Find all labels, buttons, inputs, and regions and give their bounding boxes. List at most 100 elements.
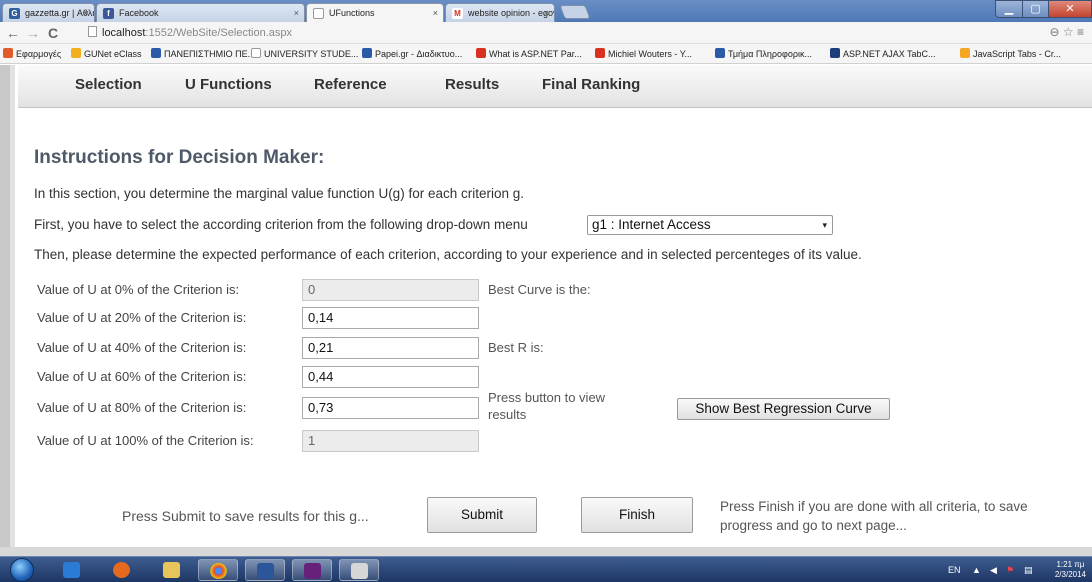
main-menu: Selection U Functions Reference Results … — [18, 65, 1092, 108]
taskbar-explorer[interactable] — [152, 559, 192, 581]
menu-item-reference[interactable]: Reference — [314, 76, 387, 93]
best-curve-label: Best Curve is the: — [488, 282, 591, 297]
js-icon — [960, 48, 970, 58]
taskbar-chrome[interactable] — [198, 559, 238, 581]
show-best-curve-button[interactable]: Show Best Regression Curve — [677, 398, 890, 420]
bookmark-label: Michiel Wouters - Y... — [608, 49, 693, 59]
bookmark-gunet[interactable]: GUNet eClass — [71, 47, 142, 61]
flag-icon — [715, 48, 725, 58]
paint-icon — [351, 563, 368, 579]
visual-studio-icon — [304, 563, 321, 579]
volume-icon[interactable]: ◀ — [990, 565, 997, 576]
close-tab-icon[interactable]: × — [433, 4, 438, 22]
menu-item-u-functions[interactable]: U Functions — [185, 76, 272, 93]
bookmark-papei[interactable]: Papei.gr - Διαδικτυο... — [362, 47, 462, 61]
press-finish-hint: Press Finish if you are done with all cr… — [720, 499, 1028, 533]
clock-date: 2/3/2014 — [1054, 570, 1086, 579]
instructions-line-3: Then, please determine the expected perf… — [34, 247, 862, 262]
folder-icon — [163, 562, 180, 578]
youtube-icon — [476, 48, 486, 58]
u-0-label: Value of U at 0% of the Criterion is: — [37, 282, 240, 297]
url-field[interactable]: localhost:1552/WebSite/Selection.aspx — [88, 25, 1048, 41]
page-icon — [313, 8, 324, 19]
u-20-field[interactable]: 0,14 — [302, 307, 479, 329]
action-center-icon[interactable]: ⚑ — [1006, 565, 1014, 576]
gazzetta-favicon-icon: G — [9, 8, 20, 19]
taskbar-word[interactable] — [245, 559, 285, 581]
page-icon — [251, 48, 261, 58]
press-submit-hint: Press Submit to save results for this g.… — [122, 508, 369, 524]
bookmark-tmima[interactable]: Τμήμα Πληροφορικ... — [715, 47, 812, 61]
reload-icon[interactable]: C — [48, 24, 58, 42]
close-window-button[interactable]: ✕ — [1048, 0, 1092, 18]
taskbar-visual-studio[interactable] — [292, 559, 332, 581]
bookmark-student[interactable]: UNIVERSITY STUDE... — [251, 47, 358, 61]
media-player-icon — [63, 562, 80, 578]
bookmark-label: Εφαρμογές — [16, 49, 62, 59]
bookmark-aspnet[interactable]: What is ASP.NET Par... — [476, 47, 582, 61]
menu-item-results[interactable]: Results — [445, 76, 499, 93]
submit-button[interactable]: Submit — [427, 497, 537, 533]
menu-item-selection[interactable]: Selection — [75, 76, 142, 93]
browser-tools: ⊖ ☆ ≡ — [1049, 25, 1084, 39]
zoom-icon[interactable]: ⊖ — [1049, 25, 1059, 39]
tab-label: UFunctions — [329, 8, 375, 18]
menu-icon[interactable]: ≡ — [1077, 25, 1084, 39]
word-icon — [257, 563, 274, 579]
bookmark-label: ASP.NET AJAX TabC... — [843, 49, 936, 59]
u-40-field[interactable]: 0,21 — [302, 337, 479, 359]
minimize-button[interactable]: ▁ — [995, 0, 1023, 18]
u-80-label: Value of U at 80% of the Criterion is: — [37, 400, 247, 415]
tab-ufunctions[interactable]: UFunctions × — [306, 3, 444, 22]
bookmark-jstabs[interactable]: JavaScript Tabs - Cr... — [960, 47, 1061, 61]
close-tab-icon[interactable]: × — [84, 4, 89, 22]
new-tab-button[interactable] — [559, 5, 591, 19]
flag-icon — [362, 48, 372, 58]
maximize-button[interactable]: ▢ — [1022, 0, 1049, 18]
youtube-icon — [595, 48, 605, 58]
u-60-field[interactable]: 0,44 — [302, 366, 479, 388]
bookmark-star-icon[interactable]: ☆ — [1063, 25, 1074, 39]
bookmark-apps[interactable]: Εφαρμογές — [3, 47, 61, 61]
menu-item-final-ranking[interactable]: Final Ranking — [542, 76, 640, 93]
bookmark-label: What is ASP.NET Par... — [489, 49, 582, 59]
tab-gmail[interactable]: M website opinion - egovalu × — [445, 3, 555, 22]
u-80-field[interactable]: 0,73 — [302, 397, 479, 419]
left-border — [0, 65, 10, 556]
u-60-label: Value of U at 60% of the Criterion is: — [37, 369, 247, 384]
taskbar-paint[interactable] — [339, 559, 379, 581]
taskbar-firefox[interactable] — [102, 559, 142, 581]
bookmark-label: GUNet eClass — [84, 49, 142, 59]
gunet-icon — [71, 48, 81, 58]
tray-expand-icon[interactable]: ▲ — [972, 565, 981, 575]
tab-label: website opinion - egovalu — [468, 8, 554, 18]
tab-facebook[interactable]: f Facebook × — [96, 3, 305, 22]
back-arrow-icon[interactable]: ← — [6, 24, 20, 42]
forward-arrow-icon[interactable]: → — [26, 24, 40, 42]
criterion-select[interactable]: g1 : Internet Access ▾ — [587, 215, 833, 235]
flag-icon — [151, 48, 161, 58]
u-100-label: Value of U at 100% of the Criterion is: — [37, 433, 254, 448]
bookmark-ajax[interactable]: ASP.NET AJAX TabC... — [830, 47, 936, 61]
best-r-label: Best R is: — [488, 340, 544, 355]
language-indicator[interactable]: EN — [948, 565, 961, 575]
tab-label: Facebook — [119, 8, 159, 18]
taskbar-media-player[interactable] — [52, 559, 92, 581]
horizontal-scrollbar[interactable] — [0, 547, 1092, 556]
bookmark-label: JavaScript Tabs - Cr... — [973, 49, 1061, 59]
close-tab-icon[interactable]: × — [294, 4, 299, 22]
tab-gazzetta[interactable]: G gazzetta.gr | Αθλητικά Νέ × — [2, 3, 95, 22]
facebook-favicon-icon: f — [103, 8, 114, 19]
bookmark-label: UNIVERSITY STUDE... — [264, 49, 359, 59]
clock[interactable]: 1:21 πμ 2/3/2014 — [1055, 560, 1086, 580]
finish-button[interactable]: Finish — [581, 497, 693, 533]
bookmark-university[interactable]: ΠΑΝΕΠΙΣΤΗΜΙΟ ΠΕ... — [151, 47, 255, 61]
bookmark-michiel[interactable]: Michiel Wouters - Y... — [595, 47, 692, 61]
bookmark-label: Τμήμα Πληροφορικ... — [728, 49, 813, 59]
u-40-label: Value of U at 40% of the Criterion is: — [37, 340, 247, 355]
instructions-heading: Instructions for Decision Maker: — [34, 147, 325, 168]
network-icon[interactable]: ▤ — [1024, 565, 1033, 576]
system-tray: EN ▲ ◀ ⚑ ▤ 1:21 πμ 2/3/2014 — [942, 557, 1092, 582]
start-button[interactable] — [10, 558, 34, 582]
close-tab-icon[interactable]: × — [544, 4, 549, 22]
